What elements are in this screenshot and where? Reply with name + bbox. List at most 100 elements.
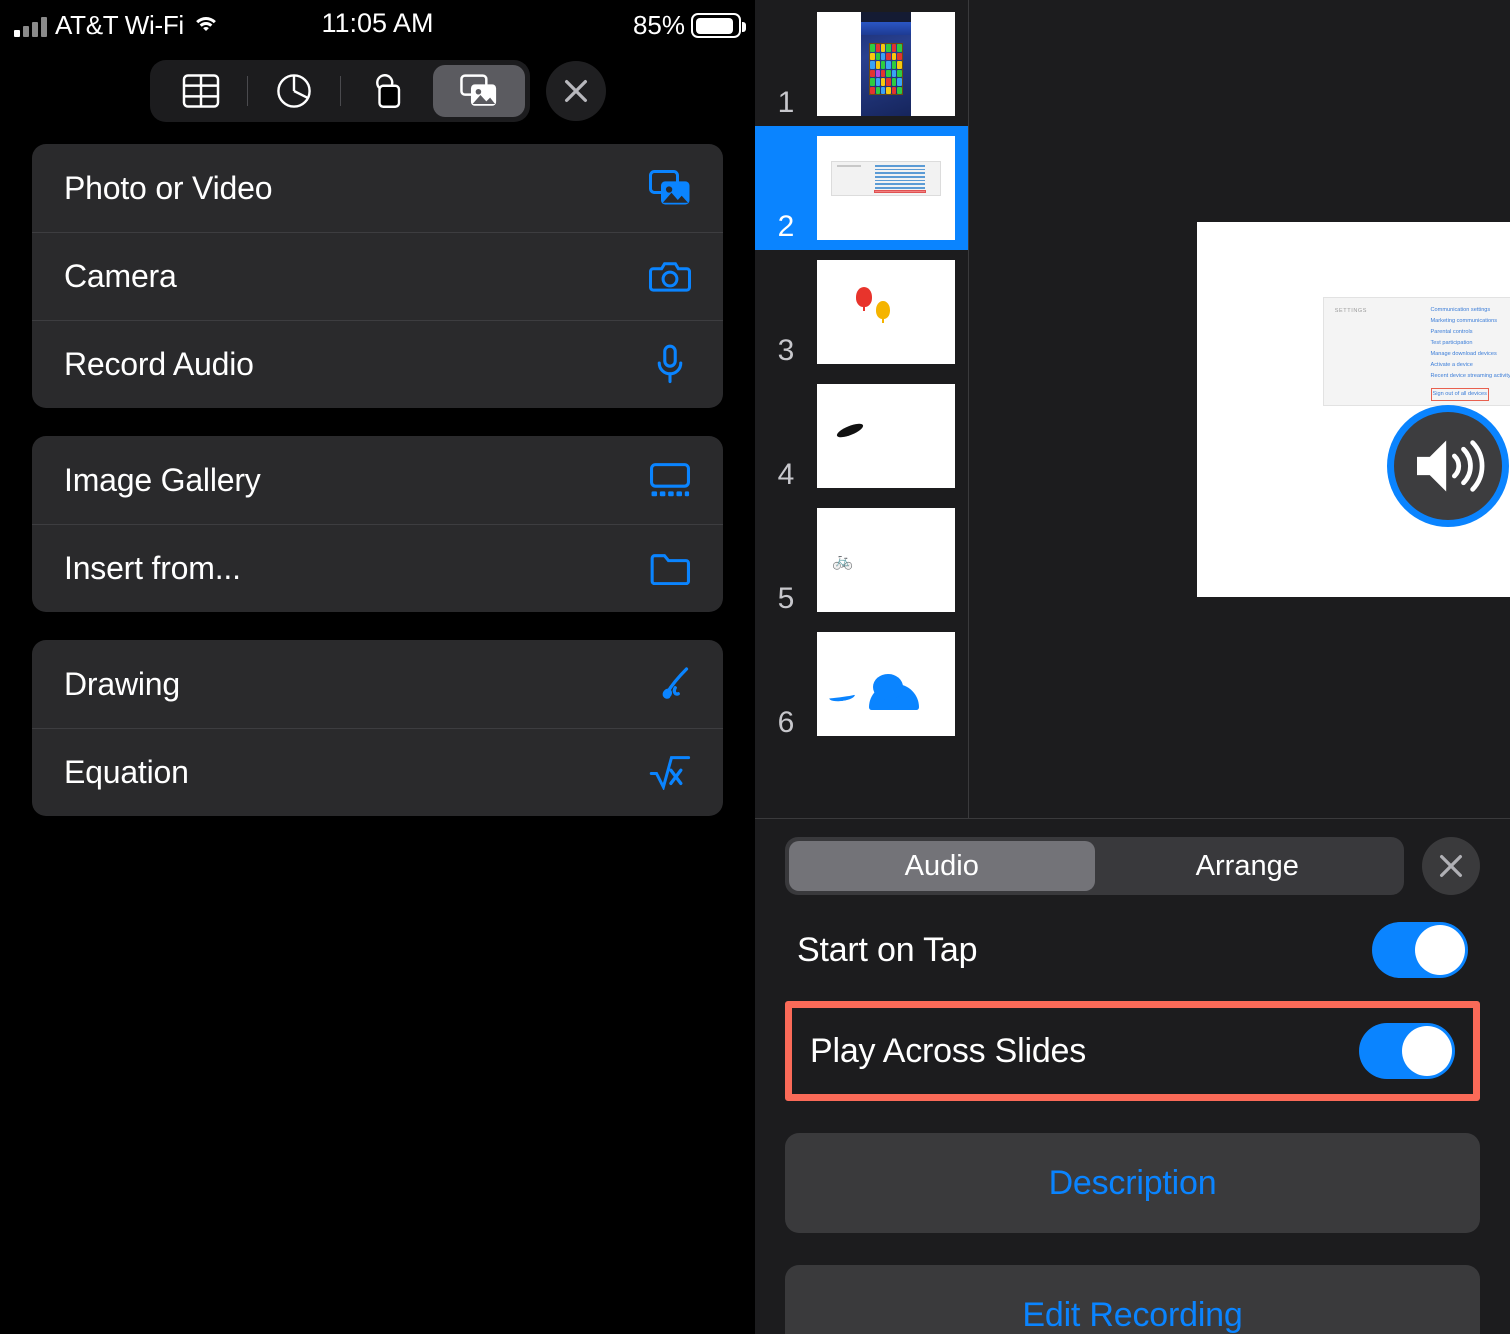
settings-link: Marketing communications [1430,318,1498,325]
insert-menu-group-media: Photo or Video Camera Record Audio [32,144,723,408]
media-photos-icon [459,74,496,106]
microphone-icon [647,343,693,385]
menu-item-label: Record Audio [64,345,254,382]
slide-number: 3 [777,334,795,367]
insert-toolbar [0,52,755,122]
bicycle-drawing: 🚲 [832,550,854,570]
battery-icon [691,13,746,38]
highlight-annotation-box: Play Across Slides [785,1001,1480,1101]
table-icon [182,74,219,108]
slide-thumbnail-4[interactable]: 4 [755,374,968,498]
menu-item-camera[interactable]: Camera [32,232,723,320]
toggle-knob [1415,925,1465,975]
slide-preview [817,12,955,116]
settings-heading: SETTINGS [1334,307,1368,314]
camera-icon [647,255,693,297]
tab-arrange[interactable]: Arrange [1095,841,1401,891]
battery-percentage: 85% [632,10,685,40]
insert-menu-group-gallery: Image Gallery Insert from... [32,436,723,612]
settings-link: Activate a device [1430,362,1473,369]
slide-canvas-area: SETTINGS Communication settings Marketin… [969,0,1510,818]
pie-chart-icon [276,74,311,108]
inspector-header: Audio Arrange [785,819,1480,895]
tab-audio[interactable]: Audio [789,841,1095,891]
slide-thumbnail-3[interactable]: 3 [755,250,968,374]
square-root-x-icon [647,751,693,793]
game-gem-grid [869,43,903,96]
option-label: Play Across Slides [810,1031,1087,1070]
settings-link-highlighted: Sign out of all devices [1430,388,1489,402]
edit-recording-button[interactable]: Edit Recording [785,1265,1480,1334]
menu-item-image-gallery[interactable]: Image Gallery [32,436,723,524]
brush-stroke-mark [835,420,865,440]
slide-preview [817,632,955,736]
menu-item-label: Equation [64,753,189,790]
menu-item-label: Photo or Video [64,169,273,206]
red-balloon [855,287,872,308]
screenshot-root: AT&T Wi-Fi 11:05 AM 85% Photo or Video C… [0,0,1510,1334]
audio-object-selected[interactable] [1387,404,1509,527]
slide-thumbnail-5[interactable]: 5 🚲 [755,498,968,622]
editor-workspace: 1 2 3 4 5 🚲 6 SETTINGS Communication set… [755,0,1510,818]
insert-tab-chart[interactable] [248,65,340,117]
slide-thumbnail-1[interactable]: 1 [755,2,968,126]
game-screenshot-thumb [861,12,911,116]
slide-thumbnail-6[interactable]: 6 [755,622,968,746]
slide-preview [817,260,955,364]
slide-preview [817,136,955,240]
slide-number: 6 [777,706,795,739]
menu-item-label: Drawing [64,665,180,702]
menu-item-label: Insert from... [64,549,241,586]
menu-item-photo-or-video[interactable]: Photo or Video [32,144,723,232]
menu-item-drawing[interactable]: Drawing [32,640,723,728]
slide-number: 4 [777,458,795,491]
option-play-across-slides: Play Across Slides [792,1008,1473,1094]
cloud-shape [869,674,920,710]
insert-tab-group [149,60,530,122]
settings-screenshot-image[interactable]: SETTINGS Communication settings Marketin… [1322,297,1510,406]
slide-number: 1 [777,86,795,119]
start-on-tap-toggle[interactable] [1372,922,1468,978]
slide-number: 5 [777,582,795,615]
folder-icon [647,547,693,589]
option-start-on-tap: Start on Tap [785,911,1480,989]
settings-link: Parental controls [1430,329,1473,336]
inspector-tab-group: Audio Arrange [785,837,1404,895]
slide-thumbnail-2[interactable]: 2 [755,126,968,250]
insert-tab-shape[interactable] [341,65,433,117]
status-bar: AT&T Wi-Fi 11:05 AM 85% [0,0,755,52]
insert-tab-table[interactable] [155,65,247,117]
menu-item-insert-from[interactable]: Insert from... [32,524,723,612]
insert-menu-group-create: Drawing Equation [32,640,723,816]
slide-canvas[interactable]: SETTINGS Communication settings Marketin… [1197,222,1510,597]
slide-navigator[interactable]: 1 2 3 4 5 🚲 6 [755,0,969,818]
close-icon [1440,855,1462,877]
slide-number: 2 [777,210,795,243]
settings-link: Communication settings [1430,307,1491,314]
settings-link: Manage download devices [1430,351,1497,358]
menu-item-record-audio[interactable]: Record Audio [32,320,723,408]
speaker-audio-icon [1417,440,1485,492]
close-inspector-button[interactable] [1422,837,1480,895]
status-bar-right: 85% [632,10,746,41]
format-inspector: Audio Arrange Start on Tap Play Across S… [755,818,1510,1334]
menu-item-label: Camera [64,257,177,294]
shapes-icon [375,74,400,108]
left-phone-panel: AT&T Wi-Fi 11:05 AM 85% Photo or Video C… [0,0,755,1334]
settings-link-list: Communication settings Marketing communi… [1430,305,1510,402]
blue-swoosh-mark [828,690,856,704]
play-across-slides-toggle[interactable] [1359,1023,1455,1079]
yellow-balloon [876,300,891,319]
slide-preview: 🚲 [817,508,955,612]
description-button[interactable]: Description [785,1133,1480,1233]
insert-tab-media[interactable] [432,65,525,117]
option-label: Start on Tap [797,930,978,969]
drawing-scribble-icon [647,663,693,705]
close-insert-menu-button[interactable] [545,61,606,121]
toggle-knob [1402,1026,1452,1076]
menu-item-equation[interactable]: Equation [32,728,723,816]
settings-doc-thumb [830,160,942,197]
photo-video-icon [647,167,693,209]
image-gallery-icon [647,459,693,501]
menu-item-label: Image Gallery [64,461,261,498]
